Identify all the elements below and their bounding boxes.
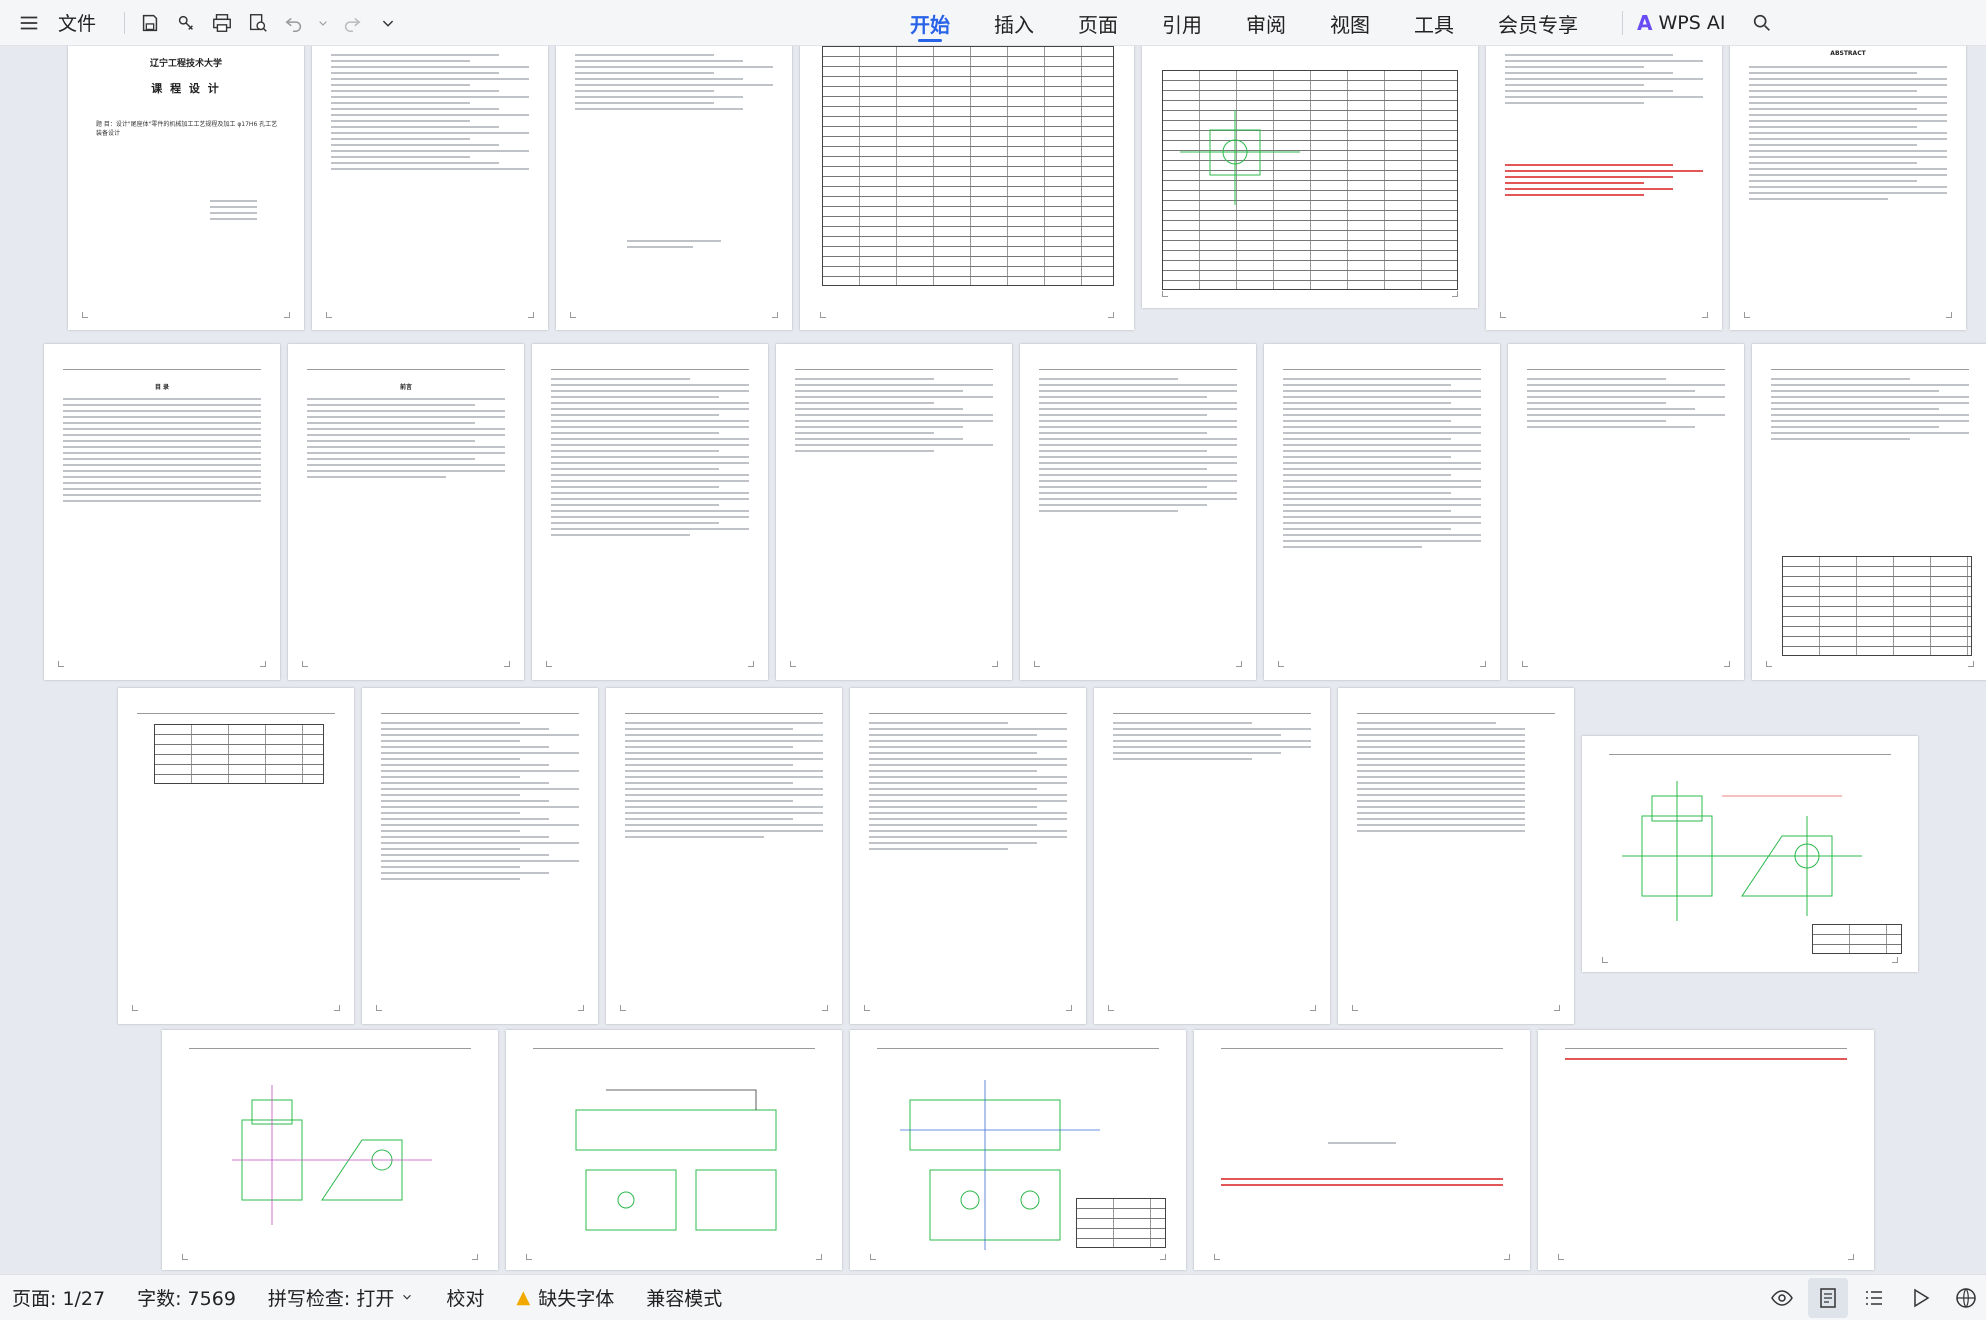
undo-icon[interactable] (279, 8, 309, 38)
eye-icon[interactable] (1762, 1278, 1802, 1318)
page-schedule[interactable] (556, 46, 792, 330)
status-bar: 页面: 1/27 字数: 7569 拼写检查: 打开 校对 ▲ 缺失字体 兼容模… (0, 1274, 1986, 1320)
cover-topic: 题 目：设计"尾座体"零件的机械加工工艺规程及加工 φ17H6 孔工艺装备设计 (96, 121, 278, 137)
redo-icon[interactable] (337, 8, 367, 38)
page-body-3[interactable] (1020, 344, 1256, 680)
page-table-of-contents[interactable]: 目 录 (44, 344, 280, 680)
page-task-book[interactable] (312, 46, 548, 330)
warning-icon: ▲ (516, 1287, 531, 1308)
cover-title: 课 程 设 计 (151, 82, 221, 95)
proofread-button[interactable]: 校对 (446, 1284, 484, 1311)
wps-ai-label: WPS AI (1658, 12, 1726, 34)
spellcheck-label: 拼写检查: 打开 (267, 1288, 395, 1310)
page-indicator[interactable]: 页面: 1/27 (12, 1284, 105, 1311)
word-count[interactable]: 字数: 7569 (137, 1284, 236, 1311)
page-body-7[interactable] (118, 688, 354, 1024)
page-body-11[interactable] (1094, 688, 1330, 1024)
web-view-icon[interactable] (1946, 1278, 1986, 1318)
page-cover[interactable]: 辽宁工程技术大学 课 程 设 计 题 目：设计"尾座体"零件的机械加工工艺规程及… (68, 46, 304, 330)
page-acknowledgement[interactable] (1194, 1030, 1530, 1270)
page-drawing-part[interactable] (1582, 736, 1918, 972)
tab-view[interactable]: 视图 (1330, 0, 1370, 46)
chevron-down-icon (400, 1287, 414, 1309)
document-multipage-view[interactable]: 辽宁工程技术大学 课 程 设 计 题 目：设计"尾座体"零件的机械加工工艺规程及… (0, 46, 1986, 1274)
toc-heading: 目 录 (154, 384, 170, 391)
page-english-abstract[interactable]: ABSTRACT (1730, 46, 1966, 330)
view-mode-controls (1756, 1275, 1986, 1320)
file-menu-button[interactable]: 文件 (14, 8, 96, 38)
toolbar-divider (1622, 11, 1623, 35)
page-preface[interactable]: 前言 (288, 344, 524, 680)
missing-font-button[interactable]: ▲ 缺失字体 (516, 1284, 614, 1311)
play-icon[interactable] (1900, 1278, 1940, 1318)
page-process-card-1[interactable] (800, 46, 1134, 330)
abstract-heading: ABSTRACT (1830, 50, 1866, 57)
page-drawing-fixture-1[interactable] (506, 1030, 842, 1270)
tab-insert[interactable]: 插入 (994, 0, 1034, 46)
tab-review[interactable]: 审阅 (1246, 0, 1286, 46)
page-drawing-fixture-2[interactable] (850, 1030, 1186, 1270)
share-icon[interactable] (171, 8, 201, 38)
chevron-down-icon[interactable] (373, 8, 403, 38)
menu-icon (14, 8, 44, 38)
page-body-2[interactable] (776, 344, 1012, 680)
toolbar-divider (124, 11, 126, 34)
tab-member[interactable]: 会员专享 (1498, 0, 1578, 46)
cover-school: 辽宁工程技术大学 (149, 59, 222, 69)
outline-view-icon[interactable] (1854, 1278, 1894, 1318)
print-icon[interactable] (207, 8, 237, 38)
wps-ai-button[interactable]: A WPS AI (1637, 11, 1725, 35)
top-toolbar: 文件 开始 插入 页面 引用 审阅 视图 工具 会员专享 A WPS AI (0, 0, 1986, 46)
page-body-1[interactable] (532, 344, 768, 680)
ribbon-tabs: 开始 插入 页面 引用 审阅 视图 工具 会员专享 A WPS AI (910, 0, 1783, 46)
page-body-8[interactable] (362, 688, 598, 1024)
page-process-card-2[interactable] (1142, 46, 1478, 308)
page-references[interactable] (1338, 688, 1574, 1024)
chevron-down-icon[interactable] (315, 8, 331, 38)
tab-page[interactable]: 页面 (1078, 0, 1118, 46)
page-body-10[interactable] (850, 688, 1086, 1024)
wps-ai-icon: A (1637, 11, 1653, 35)
file-menu-label: 文件 (58, 13, 97, 35)
page-view-icon[interactable] (1808, 1278, 1848, 1318)
page-body-9[interactable] (606, 688, 842, 1024)
page-body-6[interactable] (1752, 344, 1986, 680)
spellcheck-toggle[interactable]: 拼写检查: 打开 (268, 1284, 414, 1311)
tab-references[interactable]: 引用 (1162, 0, 1202, 46)
page-drawing-blank[interactable] (162, 1030, 498, 1270)
page-last[interactable] (1538, 1030, 1874, 1270)
missing-font-label: 缺失字体 (538, 1288, 615, 1310)
tab-tools[interactable]: 工具 (1414, 0, 1454, 46)
preface-heading: 前言 (399, 384, 412, 391)
tab-home[interactable]: 开始 (910, 0, 950, 46)
compat-mode-label: 兼容模式 (646, 1288, 723, 1310)
page-chinese-abstract[interactable] (1486, 46, 1722, 330)
print-preview-icon[interactable] (243, 8, 273, 38)
search-icon[interactable] (1747, 8, 1777, 38)
save-icon[interactable] (135, 8, 165, 38)
page-body-5[interactable] (1508, 344, 1744, 680)
page-body-4[interactable] (1264, 344, 1500, 680)
